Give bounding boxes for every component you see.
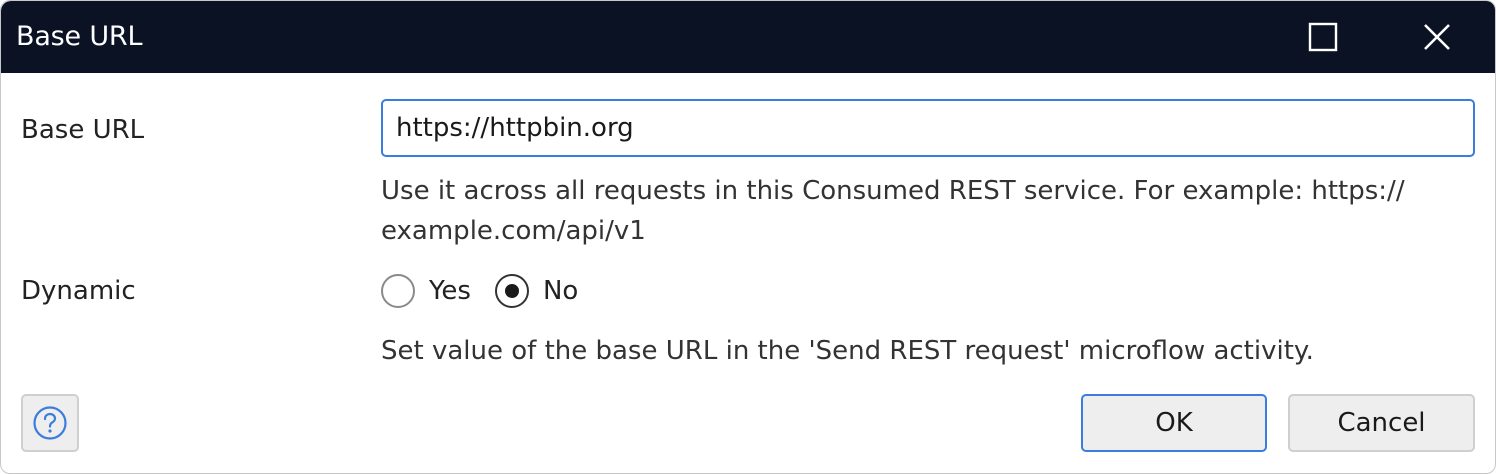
cancel-button[interactable]: Cancel xyxy=(1288,394,1475,452)
dynamic-radio-yes[interactable]: Yes xyxy=(381,274,471,308)
dynamic-radio-no[interactable]: No xyxy=(494,274,579,308)
window-title: Base URL xyxy=(16,21,143,52)
help-icon xyxy=(33,406,67,440)
radio-unchecked-icon[interactable] xyxy=(381,274,415,308)
base-url-dialog: Base URL Base URL Use it across all requ… xyxy=(0,0,1496,474)
dynamic-label: Dynamic xyxy=(21,276,136,306)
maximize-icon xyxy=(1308,22,1338,52)
title-bar[interactable]: Base URL xyxy=(1,1,1495,73)
radio-checked-icon[interactable] xyxy=(494,274,529,308)
close-icon xyxy=(1424,24,1450,50)
base-url-label: Base URL xyxy=(21,115,145,145)
close-button[interactable] xyxy=(1409,11,1465,63)
radio-dot xyxy=(504,284,519,298)
base-url-hint-line1: Use it across all requests in this Consu… xyxy=(381,176,1405,206)
ok-button[interactable]: OK xyxy=(1081,394,1267,452)
dynamic-radio-no-label: No xyxy=(542,276,579,306)
dynamic-radio-group: Yes No xyxy=(381,271,602,311)
dynamic-hint: Set value of the base URL in the 'Send R… xyxy=(381,336,1314,366)
dynamic-radio-yes-label: Yes xyxy=(429,276,471,306)
help-button[interactable] xyxy=(21,394,79,452)
base-url-input[interactable] xyxy=(381,99,1475,157)
base-url-hint: Use it across all requests in this Consu… xyxy=(381,171,1441,251)
base-url-hint-line2: example.com/api/v1 xyxy=(381,216,646,246)
maximize-button[interactable] xyxy=(1295,11,1351,63)
